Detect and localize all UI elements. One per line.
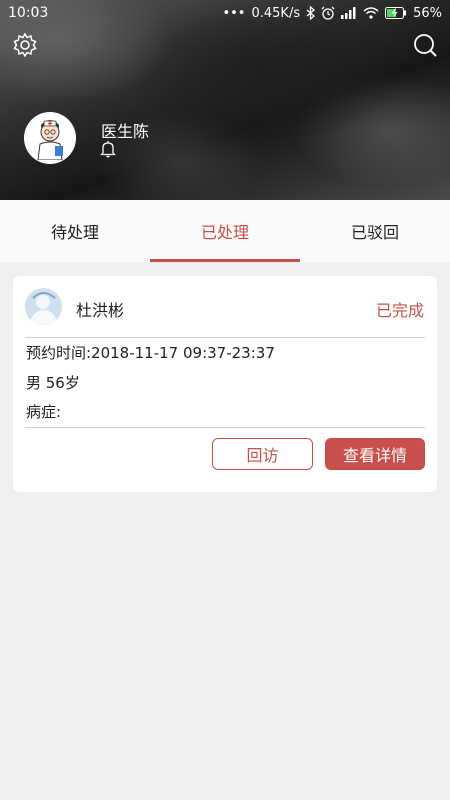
patient-name: 杜洪彬	[76, 301, 125, 320]
alarm-icon	[321, 6, 335, 20]
tab-rejected[interactable]: 已驳回	[300, 200, 450, 262]
divider	[25, 337, 425, 338]
wifi-icon	[363, 7, 379, 19]
appointment-card[interactable]: 杜洪彬 已完成 预约时间:2018-11-17 09:37-23:37 男 56…	[13, 276, 437, 492]
bell-icon	[99, 141, 117, 158]
search-button[interactable]	[412, 32, 438, 58]
battery-percent: 56%	[413, 5, 442, 21]
divider	[25, 427, 425, 428]
settings-button[interactable]	[12, 32, 38, 58]
notification-button[interactable]	[99, 140, 117, 158]
patient-photo-icon	[25, 288, 62, 325]
tab-processed[interactable]: 已处理	[150, 200, 300, 262]
profile-header: 10:03 ••• 0.45K/s 56% 医生陈	[0, 0, 450, 200]
status-bar: 10:03 ••• 0.45K/s 56%	[0, 0, 450, 26]
doctor-avatar[interactable]	[24, 112, 76, 164]
network-speed: 0.45K/s	[251, 5, 301, 21]
patient-gender-age: 男 56岁	[26, 374, 80, 392]
bluetooth-icon	[306, 6, 316, 20]
tab-pending[interactable]: 待处理	[0, 200, 150, 262]
battery-icon	[385, 7, 407, 19]
status-tabs: 待处理 已处理 已驳回	[0, 200, 450, 262]
gear-icon	[13, 32, 37, 58]
status-badge: 已完成	[375, 301, 424, 320]
disease-field: 病症:	[26, 403, 62, 421]
status-time: 10:03	[8, 5, 49, 21]
status-icons: ••• 0.45K/s 56%	[222, 6, 442, 21]
signal-icon	[341, 7, 357, 19]
patient-avatar	[25, 288, 62, 325]
more-dots-icon: •••	[222, 5, 246, 21]
doctor-name: 医生陈	[101, 122, 150, 141]
search-icon	[414, 34, 437, 57]
followup-button[interactable]: 回访	[212, 438, 313, 470]
view-details-button[interactable]: 查看详情	[325, 438, 425, 470]
appointment-time: 预约时间:2018-11-17 09:37-23:37	[26, 344, 275, 362]
doctor-cartoon-icon	[37, 120, 63, 160]
